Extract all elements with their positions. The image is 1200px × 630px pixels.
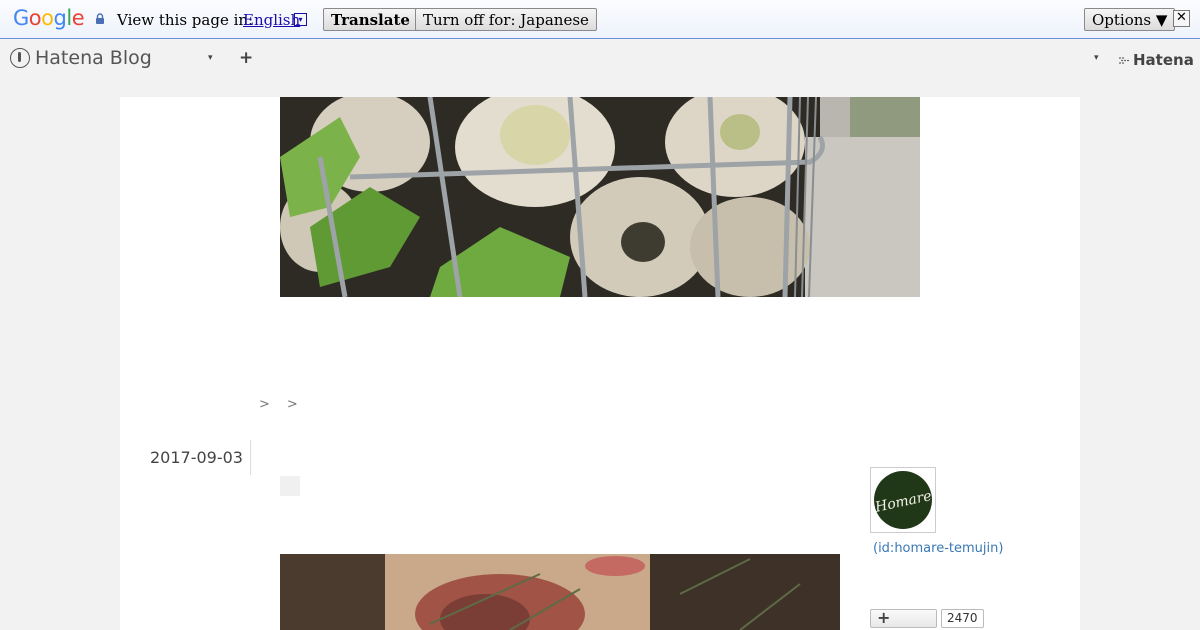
language-link[interactable]: English (243, 11, 300, 29)
breadcrumb-separator: > (259, 397, 270, 412)
category-placeholder (280, 476, 300, 496)
options-button[interactable]: Options ▼ (1084, 8, 1176, 31)
entry-date: 2017-09-03 (150, 440, 251, 475)
hatena-blog-logo-text: Hatena Blog (35, 47, 152, 69)
hatena-blog-logo-icon (10, 48, 30, 68)
article-image[interactable] (280, 554, 840, 630)
breadcrumb: > > (259, 397, 298, 412)
lock-icon (96, 13, 104, 24)
avatar[interactable]: Homare (870, 467, 936, 533)
entry-date-text[interactable]: 2017-09-03 (150, 448, 243, 467)
blog-header-image[interactable] (280, 97, 920, 297)
hatena-navbar (0, 40, 1200, 78)
translate-bar: Google View this page in: English ▾ Tran… (0, 0, 1200, 39)
hatena-label: Hatena (1133, 51, 1194, 69)
google-logo-letter: G (13, 6, 29, 30)
translate-button[interactable]: Translate (323, 8, 418, 31)
new-post-plus-icon[interactable]: + (239, 48, 253, 68)
hatena-blog-logo[interactable]: Hatena Blog (10, 47, 152, 69)
turnips-photo (280, 97, 920, 297)
homare-avatar-image: Homare (873, 471, 933, 529)
subscriber-count: 2470 (941, 609, 984, 628)
food-photo (280, 554, 840, 630)
turn-off-button[interactable]: Turn off for: Japanese (415, 8, 597, 31)
google-logo-letter: e (71, 6, 85, 30)
google-logo-letter: o (28, 6, 42, 30)
user-menu-caret-icon[interactable]: ▾ (1094, 53, 1099, 63)
breadcrumb-separator: > (286, 397, 298, 412)
plus-icon: + (877, 608, 891, 627)
profile-id-link[interactable]: (id:homare-temujin) (873, 541, 1003, 556)
hatena-link[interactable]: Hatena (1118, 51, 1194, 69)
blog-menu-caret-icon[interactable]: ▾ (208, 53, 213, 63)
subscribe-button[interactable]: + (870, 608, 937, 628)
google-logo-letter: o (41, 6, 54, 30)
language-dropdown-icon[interactable]: ▾ (294, 13, 307, 26)
translate-prompt: View this page in: (117, 11, 254, 29)
google-logo-letter: g (53, 6, 67, 30)
close-icon[interactable]: ✕ (1173, 10, 1190, 27)
google-logo: Google (13, 6, 85, 30)
hatena-mark-icon (1119, 56, 1129, 64)
